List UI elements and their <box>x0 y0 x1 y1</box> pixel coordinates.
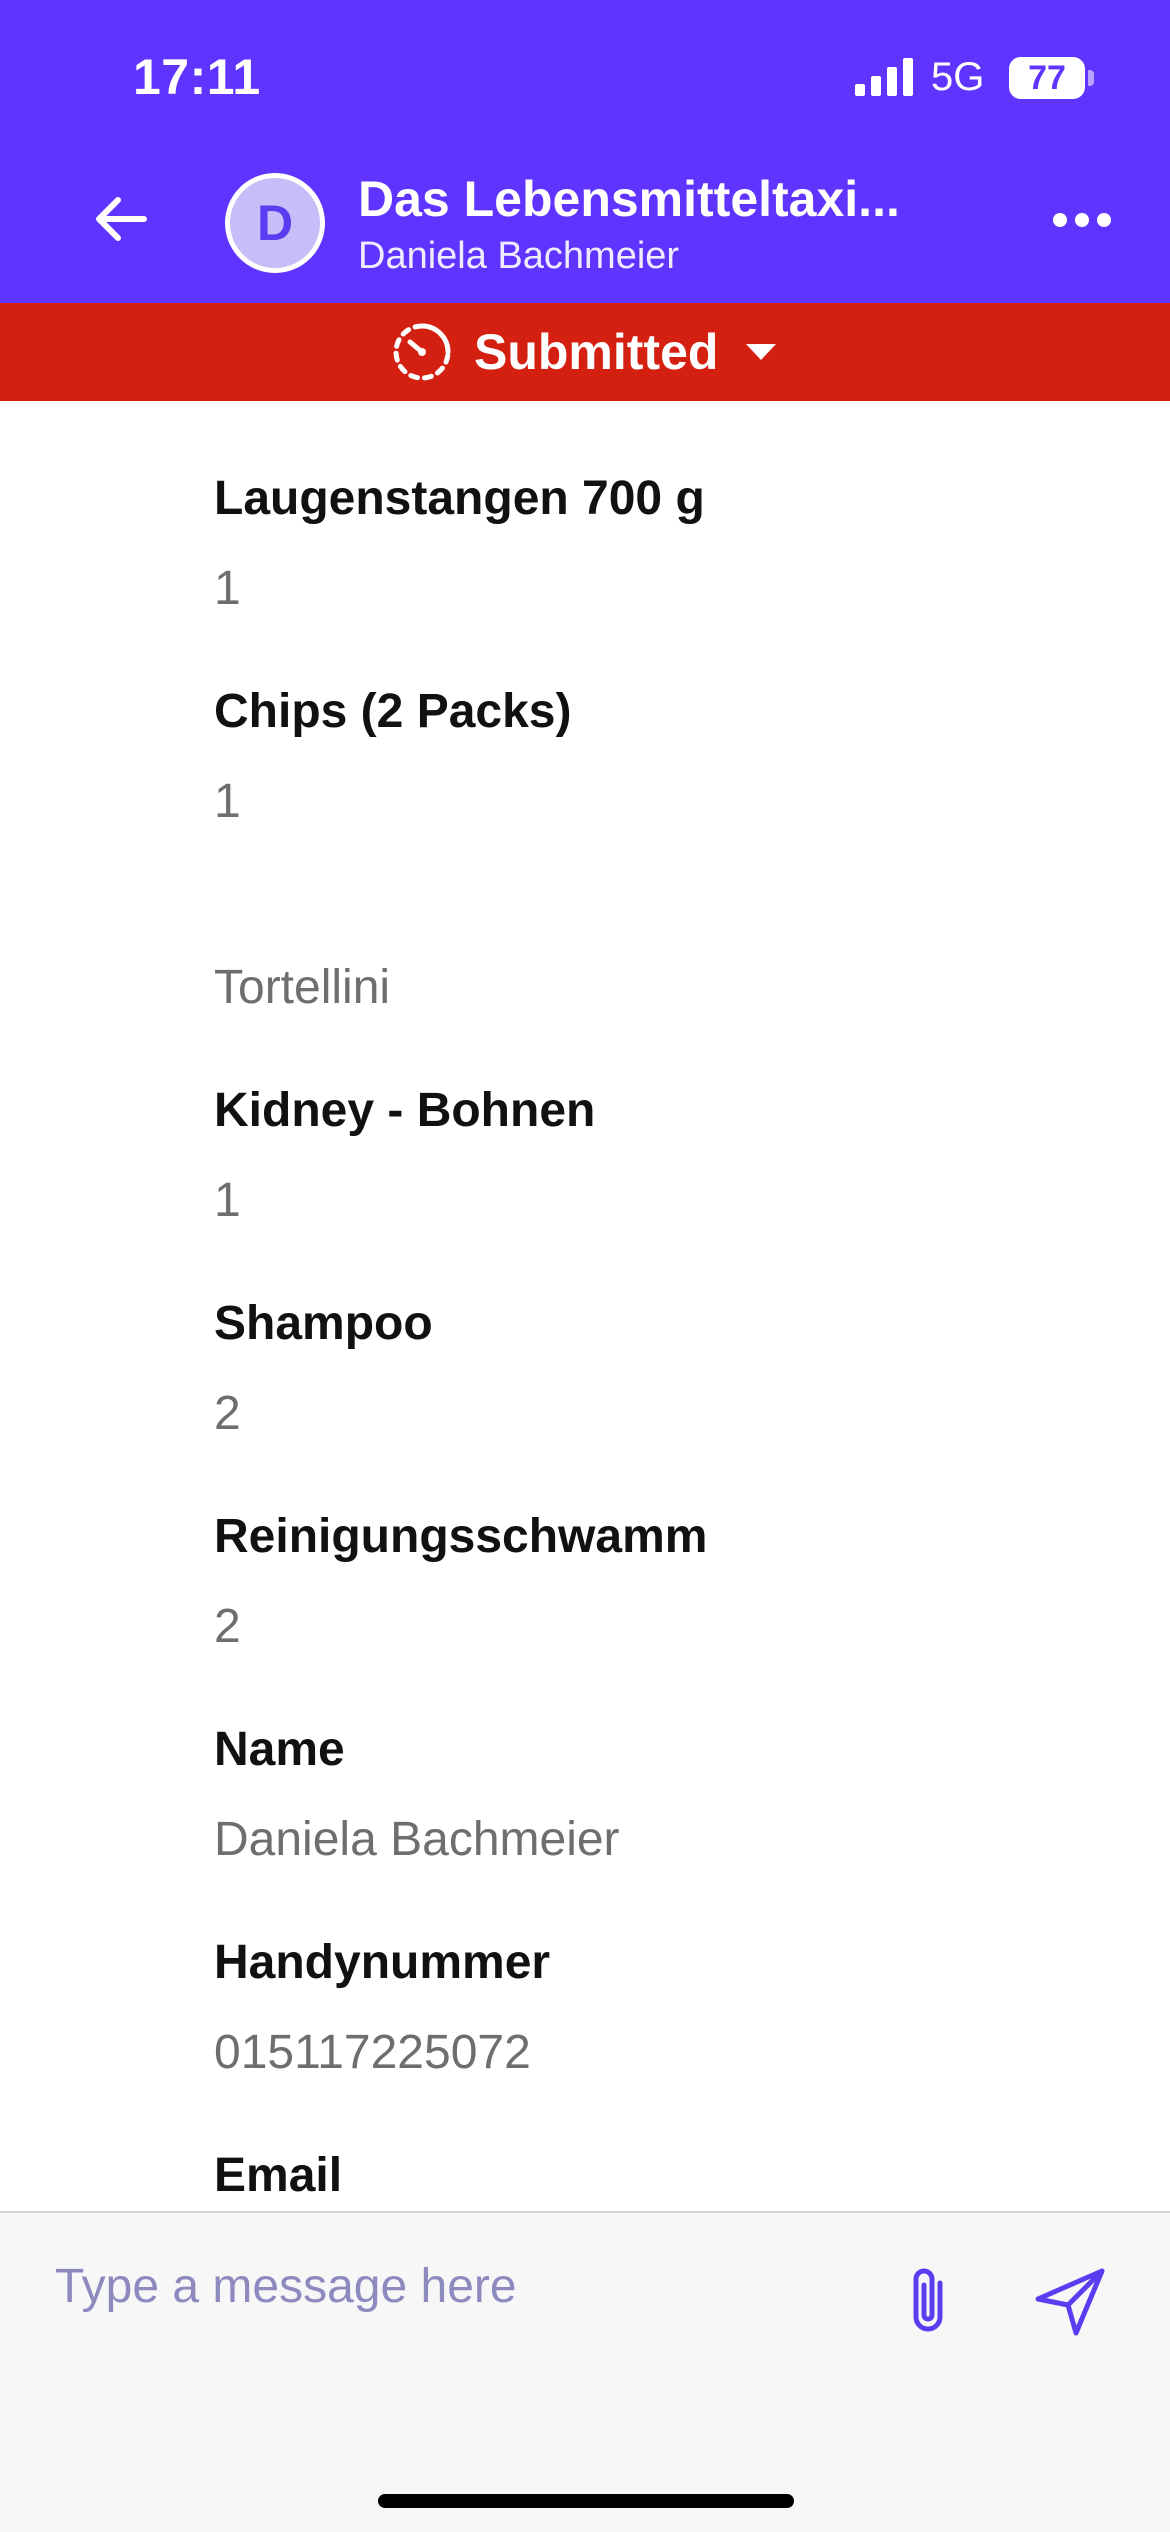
order-details: Laugenstangen 700 g 1 Chips (2 Packs) 1 … <box>0 401 1170 2211</box>
field-label: Shampoo <box>214 1297 433 1350</box>
field-value: 015117225072 <box>214 2026 531 2079</box>
field-value: 1 <box>214 775 241 828</box>
message-composer: Type a message here <box>0 2211 1170 2532</box>
clock-progress-icon <box>393 323 451 381</box>
back-arrow-icon[interactable] <box>86 184 156 254</box>
message-input[interactable]: Type a message here <box>55 2259 517 2314</box>
status-time: 17:11 <box>133 49 261 105</box>
cellular-signal-icon <box>855 58 913 96</box>
field-value: 2 <box>214 1600 241 1653</box>
field-value: Daniela Bachmeier <box>214 1813 620 1866</box>
field-label: Reinigungsschwamm <box>214 1510 708 1563</box>
home-indicator <box>378 2494 794 2508</box>
field-label: Chips (2 Packs) <box>214 685 572 738</box>
battery-tip <box>1088 70 1094 86</box>
battery-percent: 77 <box>1028 59 1066 97</box>
chat-title[interactable]: Das Lebensmitteltaxi... <box>358 170 978 228</box>
chevron-down-icon <box>746 344 777 360</box>
order-status-label: Submitted <box>474 324 719 380</box>
field-value: 1 <box>214 562 241 615</box>
field-label: Kidney - Bohnen <box>214 1084 596 1137</box>
network-type: 5G <box>931 55 985 99</box>
field-label: Name <box>214 1723 345 1776</box>
field-label: Laugenstangen 700 g <box>214 472 705 525</box>
app-header: 17:11 5G 77 D Das Lebensmitteltaxi... Da… <box>0 0 1170 303</box>
send-icon[interactable] <box>1030 2261 1110 2341</box>
battery-icon: 77 <box>1009 57 1085 99</box>
order-status-dropdown[interactable]: Submitted <box>390 303 778 401</box>
avatar[interactable]: D <box>225 173 325 273</box>
field-label: Handynummer <box>214 1936 551 1989</box>
chat-subtitle: Daniela Bachmeier <box>358 235 680 277</box>
order-status-bar[interactable]: Submitted <box>0 303 1170 401</box>
field-value: Tortellini <box>214 961 391 1014</box>
more-options-icon[interactable] <box>1050 200 1114 240</box>
field-value: 2 <box>214 1387 241 1440</box>
field-value: 1 <box>214 1174 241 1227</box>
field-label: Email <box>214 2149 343 2202</box>
paperclip-icon[interactable] <box>900 2261 960 2341</box>
